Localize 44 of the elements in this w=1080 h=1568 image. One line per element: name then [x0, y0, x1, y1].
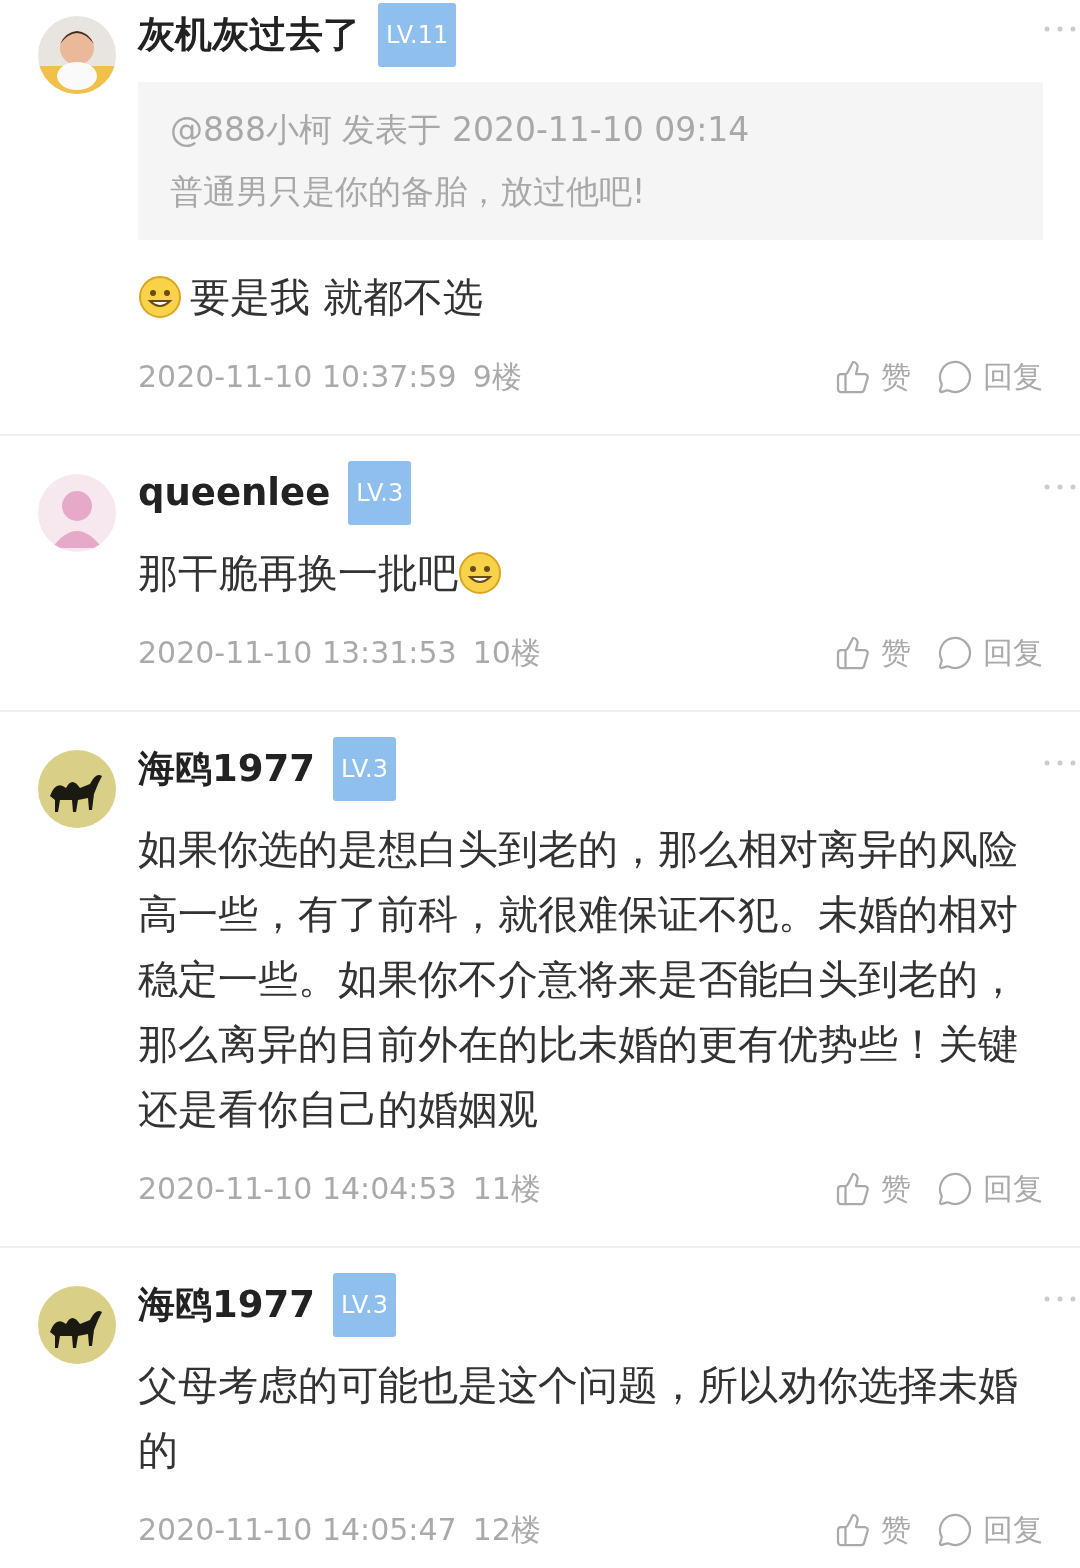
level-badge: LV.3	[333, 737, 396, 801]
floor-number: 10楼	[472, 634, 541, 672]
speech-bubble-icon	[937, 1171, 973, 1207]
post-time: 2020-11-10 14:05:47	[138, 1511, 457, 1549]
level-badge: LV.3	[333, 1273, 396, 1337]
reply-button[interactable]: 回复	[937, 623, 1043, 683]
thumbs-up-icon	[835, 635, 871, 671]
floor-number: 12楼	[472, 1511, 541, 1549]
thumbs-up-icon	[835, 1512, 871, 1548]
more-icon[interactable]	[1043, 759, 1077, 767]
user-name[interactable]: 海鸥1977	[138, 739, 315, 799]
level-badge: LV.11	[378, 3, 457, 67]
level-badge: LV.3	[348, 461, 412, 525]
thumbs-up-icon	[835, 359, 871, 395]
reply-button[interactable]: 回复	[937, 1500, 1043, 1560]
speech-bubble-icon	[937, 1512, 973, 1548]
comment-text: 那干脆再换一批吧	[138, 541, 1043, 606]
floor-number: 11楼	[472, 1170, 541, 1208]
user-name[interactable]: 灰机灰过去了	[138, 5, 360, 65]
speech-bubble-icon	[937, 635, 973, 671]
more-icon[interactable]	[1043, 25, 1077, 33]
post-time: 2020-11-10 10:37:59	[138, 358, 457, 396]
smiley-icon	[458, 551, 502, 595]
more-icon[interactable]	[1043, 483, 1077, 491]
quote-text: 普通男只是你的备胎，放过他吧!	[170, 171, 647, 213]
quote-header: @888小柯 发表于 2020-11-10 09:14	[170, 109, 751, 151]
post-time: 2020-11-10 14:04:53	[138, 1170, 457, 1208]
comment-text: 如果你选的是想白头到老的，那么相对离异的风险高一些，有了前科，就很难保证不犯。未婚的相对稳定一些。如果你不介意将来是否能白头到老的，那么离异的目前外在的比未婚的更有优势些！关键还是看你自己的婚姻观	[138, 825, 1019, 1134]
more-icon[interactable]	[1043, 1295, 1077, 1303]
reply-button[interactable]: 回复	[937, 347, 1043, 407]
like-button[interactable]: 赞	[835, 347, 911, 407]
floor-number: 9楼	[472, 358, 522, 396]
thumbs-up-icon	[835, 1171, 871, 1207]
comment-text: 父母考虑的可能也是这个问题，所以劝你选择未婚的	[138, 1361, 1019, 1475]
like-button[interactable]: 赞	[835, 1500, 911, 1560]
comment-text: 要是我 就都不选	[138, 265, 1043, 330]
like-button[interactable]: 赞	[835, 1159, 911, 1219]
reply-button[interactable]: 回复	[937, 1159, 1043, 1219]
speech-bubble-icon	[937, 359, 973, 395]
smiley-icon	[138, 275, 182, 319]
like-button[interactable]: 赞	[835, 623, 911, 683]
user-name[interactable]: 海鸥1977	[138, 1275, 315, 1335]
post-time: 2020-11-10 13:31:53	[138, 634, 457, 672]
user-name[interactable]: queenlee	[138, 463, 331, 523]
